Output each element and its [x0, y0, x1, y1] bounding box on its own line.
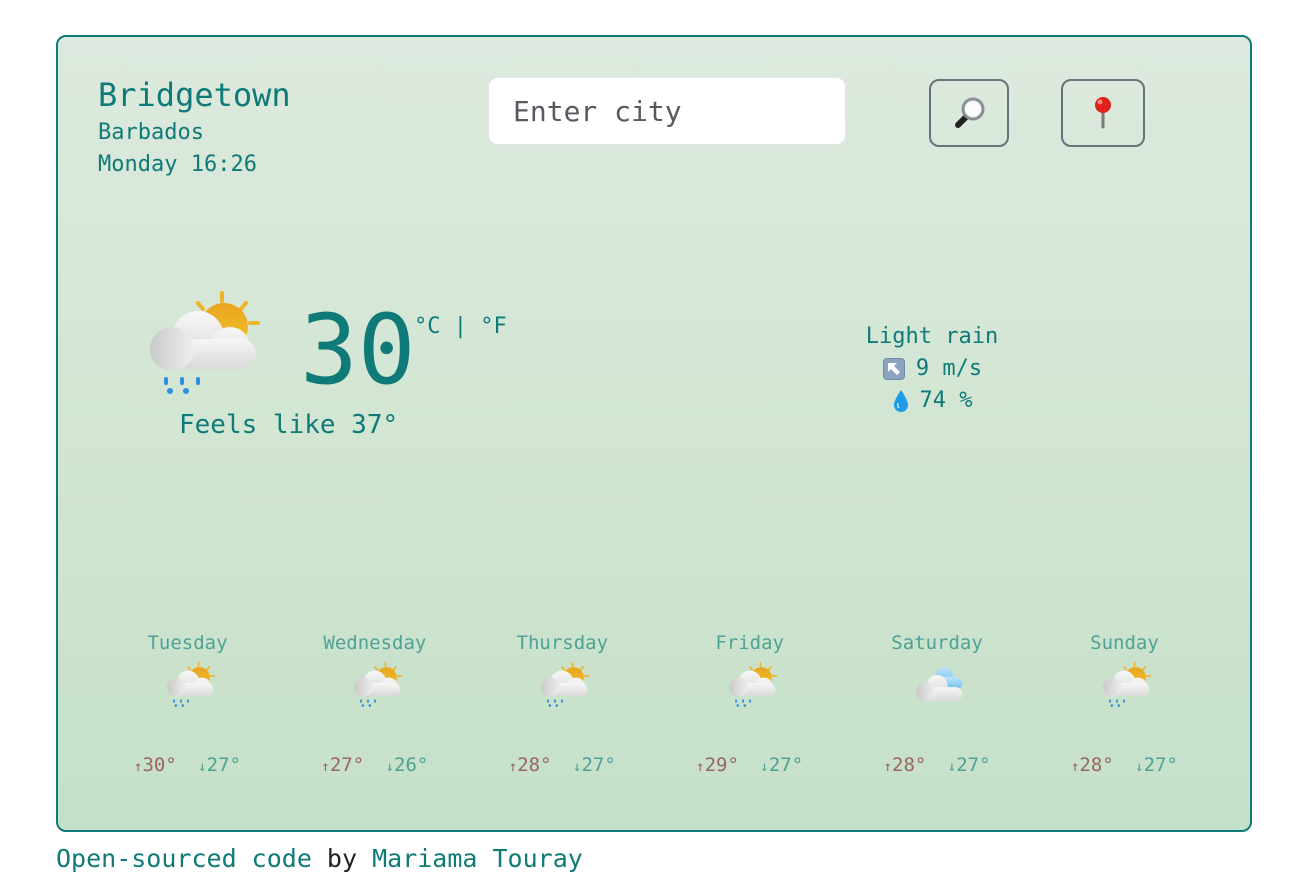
forecast-high: ↑27° [321, 754, 365, 776]
partly-cloudy-rain-icon [722, 661, 778, 709]
forecast-day-name: Sunday [1090, 632, 1159, 654]
forecast-temps: ↑28° ↓27° [1031, 753, 1218, 779]
search-button[interactable] [929, 79, 1009, 147]
forecast-day: Sunday ↑28° ↓27° [1031, 631, 1218, 779]
forecast-low: ↓27° [760, 754, 804, 776]
partly-cloudy-rain-icon [160, 661, 216, 709]
current-temperature: 30 [300, 294, 416, 406]
city-name: Bridgetown [98, 76, 291, 114]
weather-card: Bridgetown Barbados Monday 16:26 30 °C |… [56, 35, 1252, 832]
cloudy-icon [909, 661, 965, 709]
humidity-row: 74 % [818, 385, 1046, 417]
partly-cloudy-rain-icon [1096, 661, 1152, 709]
forecast-low: ↓26° [385, 754, 429, 776]
forecast-list: Tuesday ↑30° ↓27° Wednesday ↑27° ↓26° Th… [94, 631, 1218, 779]
celsius-toggle[interactable]: °C [414, 314, 441, 339]
partly-cloudy-rain-icon [534, 661, 590, 709]
forecast-day: Wednesday ↑27° ↓26° [281, 631, 468, 779]
local-datetime: Monday 16:26 [98, 152, 257, 177]
author-link[interactable]: Mariama Touray [372, 844, 583, 873]
description-text: Light rain [865, 324, 999, 349]
current-location-button[interactable] [1061, 79, 1145, 147]
forecast-temps: ↑28° ↓27° [844, 753, 1031, 779]
fahrenheit-toggle[interactable]: °F [480, 314, 507, 339]
forecast-day: Saturday ↑28° ↓27° [844, 631, 1031, 779]
footer: Open-sourced code by Mariama Touray [56, 843, 583, 875]
up-left-arrow-icon [882, 358, 905, 380]
forecast-temps: ↑29° ↓27° [656, 753, 843, 779]
forecast-high: ↑30° [134, 754, 177, 776]
source-code-link[interactable]: Open-sourced code [56, 844, 312, 873]
forecast-low: ↓27° [1135, 754, 1178, 776]
forecast-low: ↓27° [198, 754, 241, 776]
forecast-high: ↑28° [508, 754, 552, 776]
forecast-day-name: Friday [715, 632, 784, 654]
country-name: Barbados [98, 120, 204, 145]
forecast-temps: ↑28° ↓27° [469, 753, 656, 779]
forecast-temps: ↑27° ↓26° [281, 753, 468, 779]
forecast-day: Tuesday ↑30° ↓27° [94, 631, 281, 779]
forecast-high: ↑28° [1070, 754, 1114, 776]
magnifying-glass-icon [955, 97, 985, 128]
forecast-low: ↓27° [947, 754, 991, 776]
unit-toggle: °C | °F [414, 313, 507, 341]
unit-separator: | [453, 314, 467, 339]
forecast-day-name: Tuesday [147, 632, 228, 654]
wind-speed: 9 m/s [915, 356, 983, 381]
wind-row: 9 m/s [818, 353, 1046, 385]
humidity-value: 74 % [919, 388, 973, 413]
forecast-temps: ↑30° ↓27° [94, 753, 281, 779]
droplet-icon [893, 390, 908, 412]
footer-by-text: by [311, 844, 373, 873]
forecast-high: ↑29° [696, 754, 739, 776]
partly-cloudy-rain-icon [136, 289, 260, 399]
forecast-day-name: Thursday [516, 632, 609, 654]
feels-like: Feels like 37° [179, 410, 399, 440]
weather-details: Light rain 9 m/s 74 % [818, 321, 1046, 417]
forecast-day-name: Wednesday [323, 632, 427, 654]
forecast-day: Friday ↑29° ↓27° [656, 631, 843, 779]
city-search-input[interactable] [488, 77, 846, 145]
partly-cloudy-rain-icon [347, 661, 403, 709]
forecast-day-name: Saturday [891, 632, 983, 654]
forecast-day: Thursday ↑28° ↓27° [469, 631, 656, 779]
weather-description: Light rain [818, 321, 1046, 353]
round-pushpin-icon [1095, 97, 1111, 129]
forecast-high: ↑28° [883, 754, 927, 776]
forecast-low: ↓27° [573, 754, 616, 776]
